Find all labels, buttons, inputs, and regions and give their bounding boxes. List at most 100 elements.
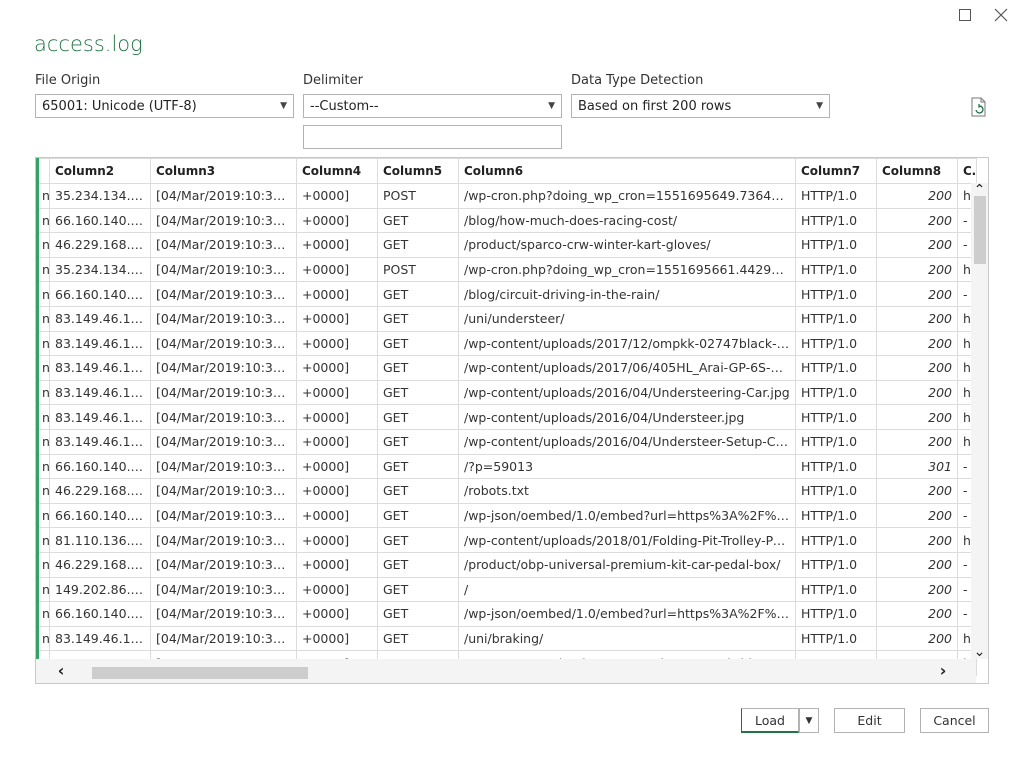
column-header[interactable]: C xyxy=(957,158,977,184)
table-cell: +0000] xyxy=(296,355,378,381)
table-cell: GET xyxy=(377,576,459,603)
table-cell: /wp-content/uploads/2018/01/Folding-Pit-… xyxy=(458,527,796,553)
column-header[interactable]: Column4 xyxy=(296,158,378,184)
table-cell: HTTP/1.0 xyxy=(795,207,877,234)
table-cell: GET xyxy=(377,601,459,627)
scroll-down-icon[interactable]: ⌄ xyxy=(971,645,988,659)
table-cell: GET xyxy=(377,453,459,480)
table-cell: 83.149.46.122 xyxy=(49,404,151,430)
table-cell: [04/Mar/2019:10:34:38 xyxy=(150,576,297,603)
table-cell: [04/Mar/2019:10:34:44 xyxy=(150,601,297,627)
table-row: n 83.149.46.122 [04/Mar/2019:10:34:26 +0000… xyxy=(36,404,977,430)
table-cell: HTTP/1.0 xyxy=(795,527,877,553)
table-cell: GET xyxy=(377,379,459,406)
table-cell: [04/Mar/2019:10:34:26 xyxy=(150,379,297,406)
refresh-icon xyxy=(971,97,986,117)
column-header[interactable]: Column2 xyxy=(49,158,151,184)
table-row: n 46.229.168.144 [04/Mar/2019:10:34:14 +000… xyxy=(36,232,977,258)
table-row: n 66.160.140.183 [04/Mar/2019:10:34:10 +000… xyxy=(36,207,977,234)
table-cell: GET xyxy=(377,404,459,430)
table-cell: 200 xyxy=(876,379,958,406)
table-cell: +0000] xyxy=(296,478,378,504)
column-header[interactable]: Column5 xyxy=(377,158,459,184)
table-cell: /wp-json/oembed/1.0/embed?url=https%3A%2… xyxy=(458,502,796,529)
data-type-select[interactable]: Based on first 200 rows ▼ xyxy=(571,94,830,118)
table-row: n 83.149.46.122 [04/Mar/2019:10:34:26 +0000… xyxy=(36,330,977,357)
table-row: n 83.149.46.122 [04/Mar/2019:10:34:26 +0000… xyxy=(36,428,977,455)
table-cell: 46.229.168.131 xyxy=(49,478,151,504)
table-row: n 66.160.140.183 [04/Mar/2019:10:34:33 +000… xyxy=(36,502,977,529)
table-row: n 83.149.46.122 [04/Mar/2019:10:34:26 +0000… xyxy=(36,379,977,406)
scroll-right-icon[interactable]: › xyxy=(934,662,952,680)
table-cell: /product/sparco-crw-winter-kart-gloves/ xyxy=(458,232,796,258)
table-cell: +0000] xyxy=(296,281,378,307)
table-cell: HTTP/1.0 xyxy=(795,551,877,578)
column-header[interactable]: Column3 xyxy=(150,158,297,184)
column-header[interactable]: Column6 xyxy=(458,158,796,184)
table-cell: /product/obp-universal-premium-kit-car-p… xyxy=(458,551,796,578)
table-cell: [04/Mar/2019:10:34:26 xyxy=(150,428,297,455)
table-cell: 46.229.168.141 xyxy=(49,551,151,578)
close-icon xyxy=(994,8,1008,22)
table-cell: 200 xyxy=(876,330,958,357)
vertical-scrollbar[interactable]: ⌃ ⌄ xyxy=(971,183,988,659)
table-cell: 200 xyxy=(876,207,958,234)
table-cell: [04/Mar/2019:10:34:10 xyxy=(150,207,297,234)
table-cell: [04/Mar/2019:10:34:22 xyxy=(150,281,297,307)
load-dropdown-button[interactable]: ▼ xyxy=(799,708,819,733)
edit-button[interactable]: Edit xyxy=(834,708,905,733)
table-cell: 83.149.46.122 xyxy=(49,305,151,332)
table-cell: +0000] xyxy=(296,527,378,553)
chevron-down-icon: ▼ xyxy=(280,101,287,111)
table-cell: +0000] xyxy=(296,404,378,430)
table-cell: +0000] xyxy=(296,379,378,406)
refresh-button[interactable] xyxy=(968,96,990,118)
table-cell: [04/Mar/2019:10:34:26 xyxy=(150,355,297,381)
column-header[interactable]: Column8 xyxy=(876,158,958,184)
close-button[interactable] xyxy=(986,4,1016,26)
maximize-button[interactable] xyxy=(950,4,980,26)
file-origin-select[interactable]: 65001: Unicode (UTF-8) ▼ xyxy=(35,94,294,118)
scroll-up-icon[interactable]: ⌃ xyxy=(971,183,988,197)
horizontal-scroll-thumb[interactable] xyxy=(92,667,308,679)
table-row: n 83.149.46.122 [04/Mar/2019:10:34:26 +0000… xyxy=(36,355,977,381)
table-cell: 35.234.134.239 xyxy=(49,256,151,283)
table-cell: GET xyxy=(377,281,459,307)
table-cell: +0000] xyxy=(296,551,378,578)
table-cell: GET xyxy=(377,207,459,234)
table-row: n 81.110.136.132 [04/Mar/2019:10:34:34 +000… xyxy=(36,527,977,553)
table-cell: [04/Mar/2019:10:34:35 xyxy=(150,551,297,578)
table-cell: 200 xyxy=(876,527,958,553)
table-row: n 46.229.168.131 [04/Mar/2019:10:34:33 +000… xyxy=(36,478,977,504)
delimiter-select[interactable]: --Custom-- ▼ xyxy=(303,94,562,118)
table-cell: 200 xyxy=(876,355,958,381)
column-header[interactable]: Column7 xyxy=(795,158,877,184)
table-cell: [04/Mar/2019:10:34:50 xyxy=(150,625,297,652)
table-cell: 66.160.140.183 xyxy=(49,502,151,529)
table-cell: 200 xyxy=(876,601,958,627)
table-cell: +0000] xyxy=(296,232,378,258)
table-cell: 200 xyxy=(876,404,958,430)
table-cell: +0000] xyxy=(296,502,378,529)
table-cell: [04/Mar/2019:10:34:33 xyxy=(150,453,297,480)
table-cell: /blog/how-much-does-racing-cost/ xyxy=(458,207,796,234)
horizontal-scrollbar[interactable]: ‹ › xyxy=(36,659,976,683)
load-button[interactable]: Load xyxy=(741,708,799,733)
table-cell: [04/Mar/2019:10:34:26 xyxy=(150,305,297,332)
table-cell: +0000] xyxy=(296,625,378,652)
file-origin-value: 65001: Unicode (UTF-8) xyxy=(42,98,197,114)
table-cell: [04/Mar/2019:10:34:22 xyxy=(150,256,297,283)
table-cell: GET xyxy=(377,625,459,652)
custom-delimiter-input[interactable] xyxy=(303,125,562,149)
scroll-left-icon[interactable]: ‹ xyxy=(52,662,70,680)
table-cell: +0000] xyxy=(296,305,378,332)
cancel-button[interactable]: Cancel xyxy=(920,708,989,733)
table-cell: /wp-content/uploads/2017/12/ompkk-02747b… xyxy=(458,330,796,357)
table-cell: +0000] xyxy=(296,576,378,603)
table-cell: 83.149.46.122 xyxy=(49,379,151,406)
table-cell: +0000] xyxy=(296,183,378,209)
vertical-scroll-thumb[interactable] xyxy=(974,196,986,264)
table-cell: HTTP/1.0 xyxy=(795,453,877,480)
table-cell: +0000] xyxy=(296,330,378,357)
table-cell: 35.234.134.239 xyxy=(49,183,151,209)
